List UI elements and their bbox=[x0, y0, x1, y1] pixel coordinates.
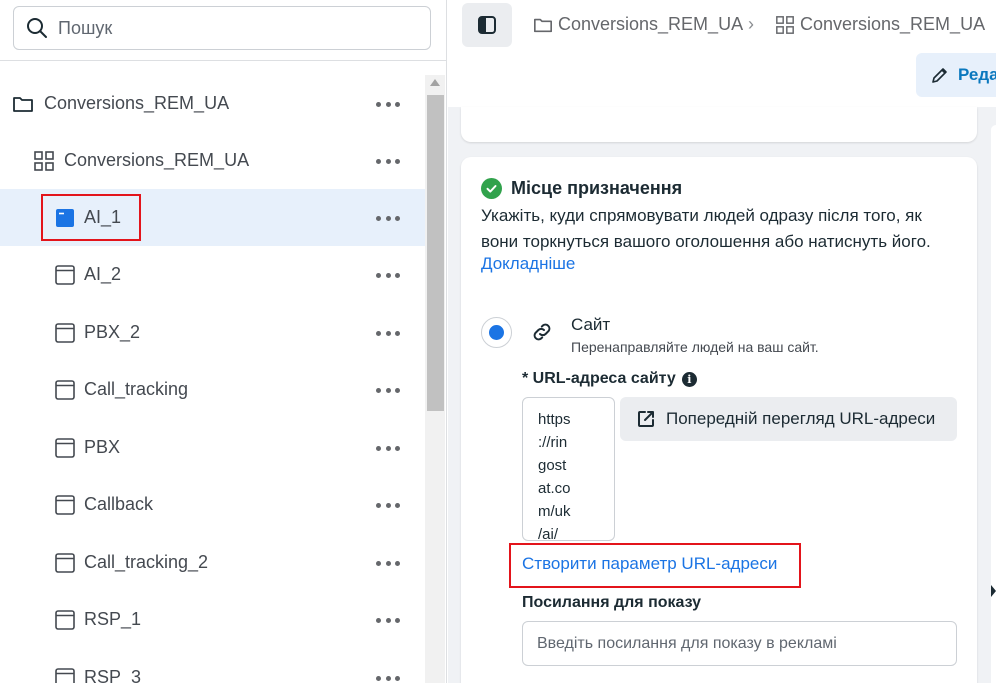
tree-item-ad[interactable]: PBX_2 bbox=[0, 304, 425, 361]
tree-item-label: Conversions_REM_UA bbox=[64, 150, 250, 170]
website-option-title: Сайт bbox=[571, 315, 611, 334]
breadcrumb-adset[interactable]: Conversions_REM_UA bbox=[775, 14, 985, 35]
folder-icon bbox=[534, 18, 552, 32]
check-circle-icon bbox=[481, 178, 502, 199]
more-icon[interactable] bbox=[376, 494, 400, 516]
tree-item-ad[interactable]: AI_2 bbox=[0, 246, 425, 303]
caret-right-icon bbox=[991, 585, 996, 597]
ad-set-icon bbox=[34, 151, 54, 171]
website-url-label: * URL-адреса сайту i bbox=[522, 370, 697, 388]
ad-icon bbox=[55, 380, 75, 400]
tree-item-ad[interactable]: RSP_1 bbox=[0, 591, 425, 648]
website-option-subtitle: Перенаправляйте людей на ваш сайт. bbox=[571, 339, 819, 355]
more-icon[interactable] bbox=[376, 609, 400, 631]
tree-item-label: PBX_2 bbox=[84, 322, 141, 342]
link-icon bbox=[533, 323, 551, 341]
more-icon[interactable] bbox=[376, 207, 400, 229]
highlight-box bbox=[509, 543, 801, 588]
toggle-sidebar-button[interactable] bbox=[462, 3, 512, 47]
editor-header: Conversions_REM_UA › Conversions_REM_UA … bbox=[448, 0, 996, 107]
tree-item-ad[interactable]: Call_tracking_2 bbox=[0, 534, 425, 591]
edit-button-label: Реда bbox=[958, 65, 996, 84]
destination-card: Місце призначення Укажіть, куди спрямову… bbox=[461, 157, 977, 683]
breadcrumb-campaign-label: Conversions_REM_UA bbox=[558, 14, 744, 34]
sidebar-toggle-icon bbox=[478, 16, 496, 34]
tree-item-ad[interactable]: PBX bbox=[0, 419, 425, 476]
website-url-label-text: * URL-адреса сайту bbox=[522, 370, 676, 387]
tree-item-label: Call_tracking_2 bbox=[84, 552, 209, 572]
tree-item-ad[interactable]: RSP_3 bbox=[0, 649, 425, 683]
website-radio[interactable] bbox=[481, 317, 512, 348]
preview-panel-edge bbox=[991, 125, 996, 683]
search-placeholder: Пошук bbox=[58, 17, 113, 38]
destination-title: Місце призначення bbox=[481, 178, 682, 199]
preview-url-button[interactable]: Попередній перегляд URL-адреси bbox=[620, 397, 957, 441]
tree-item-label: AI_2 bbox=[84, 264, 122, 284]
ad-icon bbox=[55, 495, 75, 515]
display-link-placeholder: Введіть посилання для показу в рекламі bbox=[537, 634, 837, 652]
ad-icon bbox=[55, 438, 75, 458]
tree-item-campaign[interactable]: Conversions_REM_UA bbox=[0, 75, 425, 132]
display-link-input[interactable]: Введіть посилання для показу в рекламі bbox=[522, 621, 957, 666]
tree-item-adset[interactable]: Conversions_REM_UA bbox=[0, 132, 425, 189]
ad-icon bbox=[55, 323, 75, 343]
more-icon[interactable] bbox=[376, 264, 400, 286]
more-icon[interactable] bbox=[376, 437, 400, 459]
preview-url-button-label: Попередній перегляд URL-адреси bbox=[666, 409, 936, 428]
ad-icon bbox=[55, 265, 75, 285]
tree-item-label: Conversions_REM_UA bbox=[44, 93, 230, 113]
ad-icon bbox=[55, 668, 75, 683]
external-link-icon bbox=[638, 411, 654, 427]
more-icon[interactable] bbox=[376, 379, 400, 401]
sidebar: Пошук Conversions_REM_UA Conversions_REM… bbox=[0, 0, 447, 683]
more-icon[interactable] bbox=[376, 93, 400, 115]
folder-icon bbox=[13, 97, 33, 112]
ad-icon bbox=[55, 610, 75, 630]
tree-item-label: PBX bbox=[84, 437, 121, 457]
highlight-box bbox=[41, 194, 141, 241]
pencil-icon bbox=[932, 68, 947, 83]
tree-item-label: Call_tracking bbox=[84, 379, 189, 399]
search-input[interactable]: Пошук bbox=[13, 6, 431, 50]
edit-button[interactable]: Реда bbox=[916, 53, 996, 97]
breadcrumb-campaign[interactable]: Conversions_REM_UA bbox=[533, 14, 743, 35]
tree-item-label: RSP_3 bbox=[84, 667, 142, 683]
info-icon[interactable]: i bbox=[681, 371, 697, 387]
search-icon bbox=[27, 18, 47, 38]
tree-item-ad[interactable]: Call_tracking bbox=[0, 361, 425, 418]
website-url-field[interactable]: https ://rin gost at.co m/uk /ai/ bbox=[522, 397, 615, 543]
tree-item-label: RSP_1 bbox=[84, 609, 142, 629]
destination-title-text: Місце призначення bbox=[511, 178, 683, 198]
destination-description: Укажіть, куди спрямовувати людей одразу … bbox=[481, 206, 931, 251]
more-icon[interactable] bbox=[376, 150, 400, 172]
breadcrumb-adset-label: Conversions_REM_UA bbox=[800, 14, 986, 34]
previous-section-card bbox=[461, 107, 977, 142]
divider bbox=[0, 60, 447, 61]
scroll-up-arrow-icon[interactable] bbox=[430, 79, 440, 86]
learn-more-link[interactable]: Докладніше bbox=[481, 254, 575, 274]
tree-item-ad[interactable]: Callback bbox=[0, 476, 425, 533]
ad-set-icon bbox=[776, 15, 794, 34]
more-icon[interactable] bbox=[376, 667, 400, 683]
ad-icon bbox=[55, 553, 75, 573]
sidebar-scrollbar-thumb[interactable] bbox=[427, 95, 444, 411]
display-link-label: Посилання для показу bbox=[522, 594, 702, 611]
more-icon[interactable] bbox=[376, 552, 400, 574]
chevron-right-icon: › bbox=[748, 14, 754, 34]
more-icon[interactable] bbox=[376, 322, 400, 344]
tree-item-label: Callback bbox=[84, 494, 154, 514]
